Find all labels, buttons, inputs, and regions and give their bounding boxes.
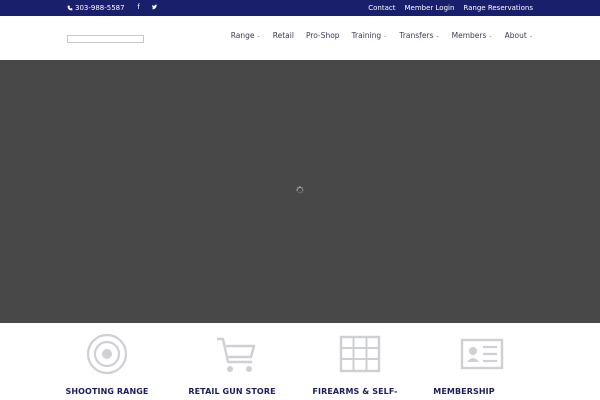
top-links: Contact Member Login Range Reservations	[368, 4, 533, 12]
facebook-icon[interactable]: f	[135, 3, 142, 12]
nav-label: Training	[351, 31, 382, 40]
twitter-icon[interactable]	[151, 3, 158, 12]
calendar-grid-icon	[339, 335, 381, 373]
top-bar: 303-988-5587 f Contact Member Login Rang…	[0, 0, 600, 16]
feature-title: SHOOTING RANGE	[65, 387, 149, 396]
nav-item-training[interactable]: Training ⌄	[352, 31, 388, 40]
nav-label: Members	[451, 31, 487, 40]
chevron-down-icon: ⌄	[488, 32, 493, 39]
nav-label: Range	[230, 31, 255, 40]
feature-title: RETAIL GUN STORE	[188, 387, 276, 396]
phone-icon	[67, 5, 73, 11]
phone-number[interactable]: 303-988-5587	[75, 4, 125, 12]
range-reservations-link[interactable]: Range Reservations	[463, 4, 533, 12]
nav-label: About	[504, 31, 527, 40]
nav-label: Pro-Shop	[305, 31, 340, 40]
target-icon	[86, 333, 128, 375]
cart-icon	[217, 337, 256, 372]
nav-label: Transfers	[399, 31, 434, 40]
member-login-link[interactable]: Member Login	[405, 4, 455, 12]
phone-contact[interactable]: 303-988-5587	[67, 4, 125, 12]
chevron-down-icon: ⌄	[383, 32, 388, 39]
site-logo[interactable]	[67, 35, 144, 43]
feature-title: FIREARMS & SELF-	[312, 387, 398, 396]
nav-item-transfers[interactable]: Transfers ⌄	[399, 31, 439, 40]
loading-spinner-icon	[296, 186, 304, 194]
chevron-down-icon: ⌄	[528, 32, 533, 39]
main-header: Range ⌄ Retail Pro-Shop Training ⌄ Trans…	[0, 16, 600, 60]
nav-item-members[interactable]: Members ⌄	[452, 31, 493, 40]
id-card-icon	[460, 338, 504, 370]
chevron-down-icon: ⌄	[435, 32, 440, 39]
social-links: f	[135, 3, 158, 12]
main-nav: Range ⌄ Retail Pro-Shop Training ⌄ Trans…	[231, 31, 533, 40]
contact-link[interactable]: Contact	[368, 4, 395, 12]
nav-item-pro-shop[interactable]: Pro-Shop	[306, 31, 340, 40]
nav-item-about[interactable]: About ⌄	[505, 31, 533, 40]
nav-item-retail[interactable]: Retail	[273, 31, 294, 40]
features-section: SHOOTING RANGE RETAIL GUN STORE FIREARMS…	[0, 323, 600, 400]
chevron-down-icon: ⌄	[256, 32, 261, 39]
feature-title: MEMBERSHIP	[433, 387, 495, 396]
nav-item-range[interactable]: Range ⌄	[231, 31, 261, 40]
nav-label: Retail	[272, 31, 294, 40]
